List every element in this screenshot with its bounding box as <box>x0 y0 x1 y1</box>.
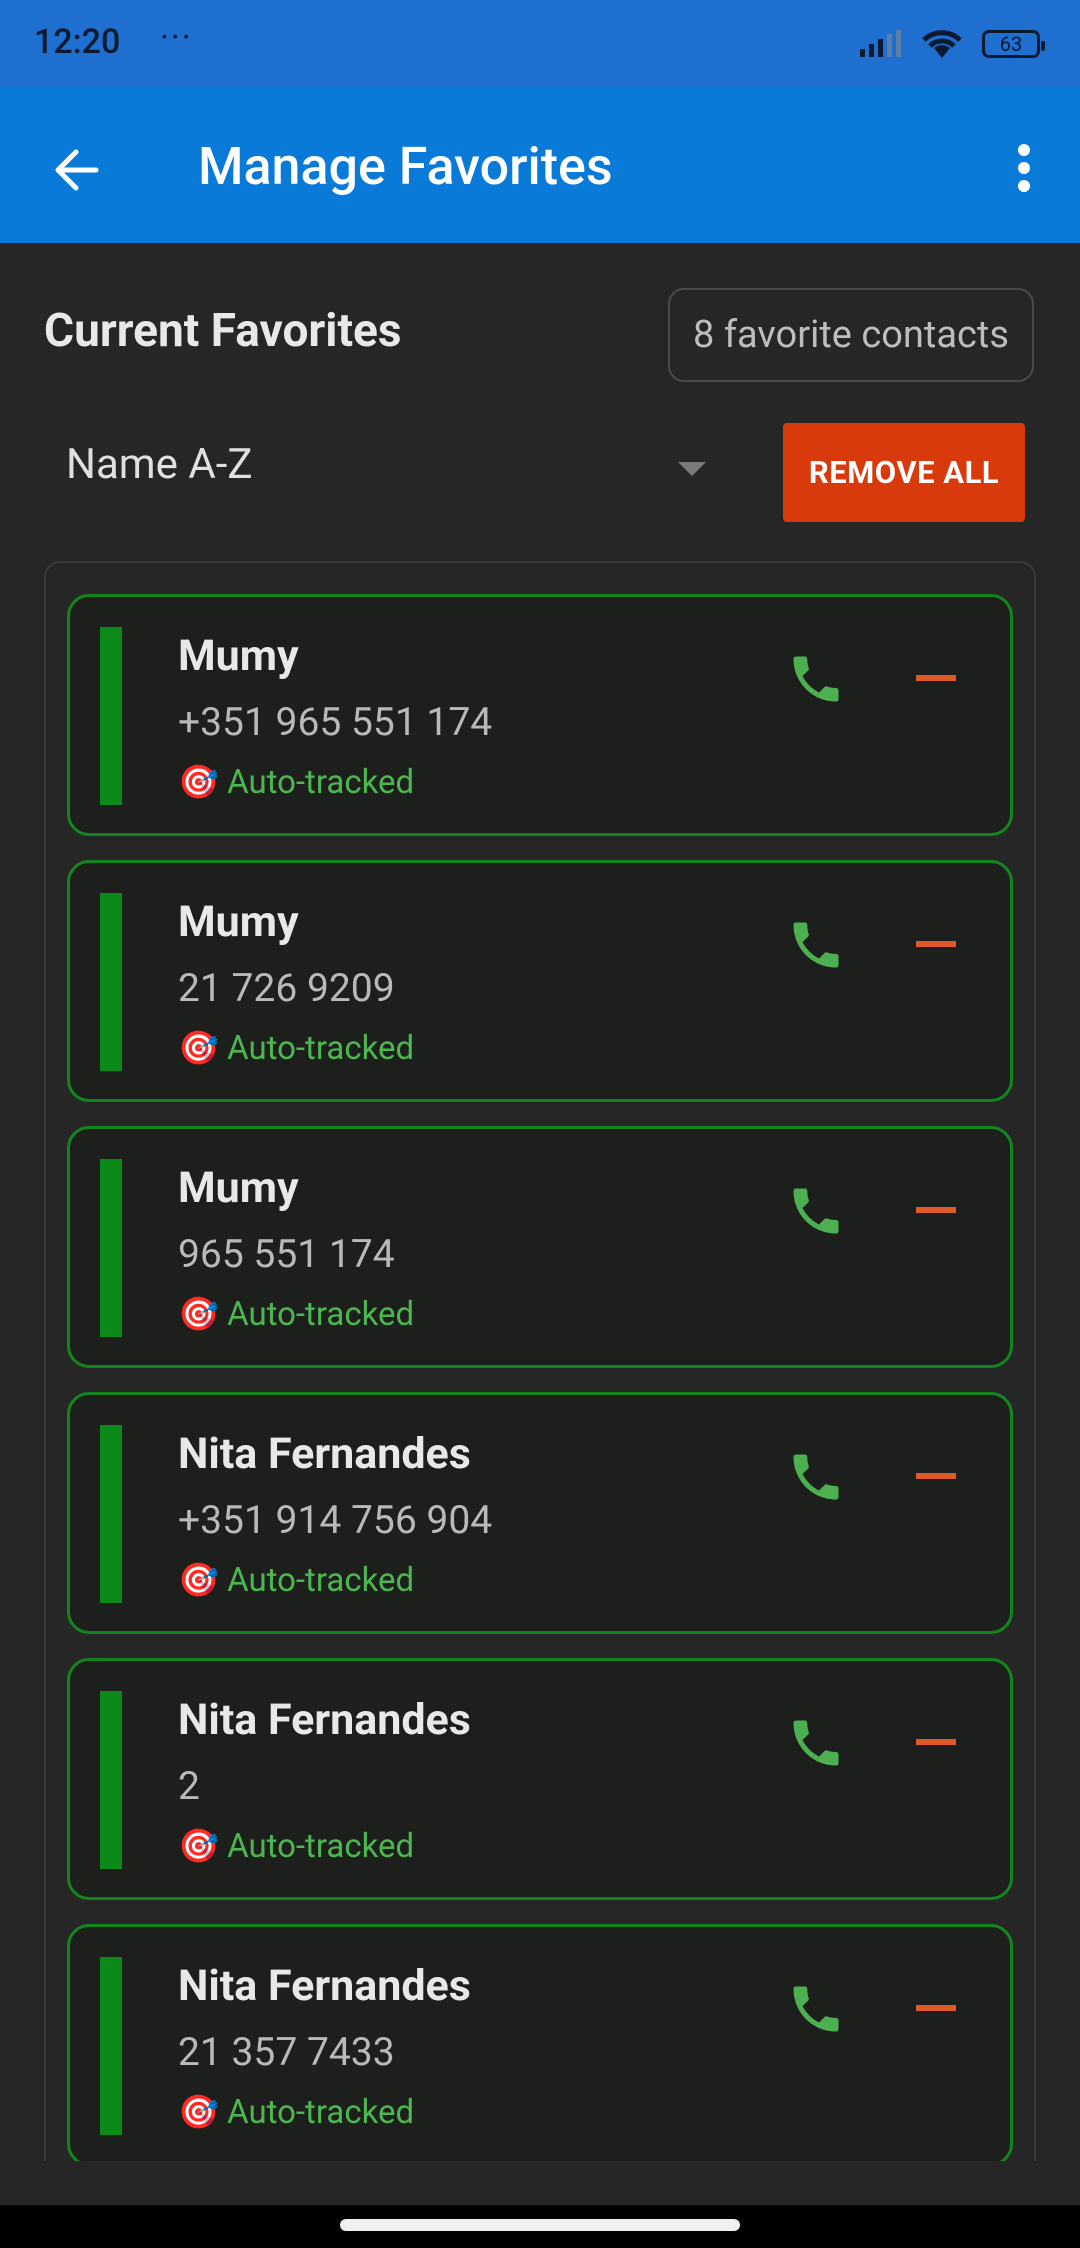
auto-tracked-tag: 🎯 Auto-tracked <box>178 1561 414 1600</box>
wifi-icon <box>922 30 962 58</box>
contact-phone: 2 <box>178 1763 200 1809</box>
phone-icon[interactable] <box>786 1979 846 2039</box>
section-title: Current Favorites <box>44 304 402 358</box>
contact-name: Nita Fernandes <box>178 1961 471 2011</box>
remove-favorite-minus-icon[interactable] <box>916 675 956 681</box>
more-vert-icon[interactable] <box>994 138 1054 198</box>
card-accent-bar <box>100 627 122 805</box>
phone-icon[interactable] <box>786 1713 846 1773</box>
navigation-bar <box>0 2205 1080 2248</box>
status-time: 12:20 <box>34 22 121 62</box>
target-icon: 🎯 <box>178 1561 220 1600</box>
auto-tracked-tag: 🎯 Auto-tracked <box>178 1827 414 1866</box>
contact-name: Mumy <box>178 1163 299 1213</box>
status-bar: 12:20 ··· 63 <box>0 0 1080 88</box>
sort-dropdown-value: Name A-Z <box>66 440 253 489</box>
contact-phone: +351 914 756 904 <box>178 1497 493 1543</box>
remove-favorite-minus-icon[interactable] <box>916 1739 956 1745</box>
target-icon: 🎯 <box>178 1295 220 1334</box>
phone-icon[interactable] <box>786 915 846 975</box>
dropdown-caret-icon <box>678 462 706 476</box>
signal-icon <box>860 30 901 57</box>
contact-phone: 21 726 9209 <box>178 965 395 1011</box>
phone-icon[interactable] <box>786 649 846 709</box>
app-bar: Manage Favorites <box>0 88 1080 243</box>
target-icon: 🎯 <box>178 1029 220 1068</box>
tag-label: Auto-tracked <box>227 763 415 802</box>
card-accent-bar <box>100 1425 122 1603</box>
phone-icon[interactable] <box>786 1447 846 1507</box>
favorite-card: Nita Fernandes +351 914 756 904 🎯 Auto-t… <box>67 1392 1013 1634</box>
status-icons: 63 <box>858 28 1045 60</box>
favorites-list[interactable]: Mumy +351 965 551 174 🎯 Auto-tracked Mum… <box>44 561 1036 2161</box>
phone-icon[interactable] <box>786 1181 846 1241</box>
card-accent-bar <box>100 1159 122 1337</box>
card-accent-bar <box>100 893 122 1071</box>
auto-tracked-tag: 🎯 Auto-tracked <box>178 1295 414 1334</box>
auto-tracked-tag: 🎯 Auto-tracked <box>178 763 414 802</box>
sort-dropdown[interactable]: Name A-Z <box>66 440 706 500</box>
battery-icon: 63 <box>982 30 1045 58</box>
remove-favorite-minus-icon[interactable] <box>916 2005 956 2011</box>
contact-name: Nita Fernandes <box>178 1695 471 1745</box>
tag-label: Auto-tracked <box>227 2093 415 2132</box>
remove-all-button[interactable]: REMOVE ALL <box>783 423 1025 522</box>
remove-favorite-minus-icon[interactable] <box>916 941 956 947</box>
favorite-card: Mumy 965 551 174 🎯 Auto-tracked <box>67 1126 1013 1368</box>
status-more-dots: ··· <box>160 18 193 58</box>
favorites-count-badge: 8 favorite contacts <box>668 288 1034 382</box>
home-gesture-handle[interactable] <box>340 2219 740 2231</box>
remove-favorite-minus-icon[interactable] <box>916 1207 956 1213</box>
favorite-card: Nita Fernandes 21 357 7433 🎯 Auto-tracke… <box>67 1924 1013 2161</box>
auto-tracked-tag: 🎯 Auto-tracked <box>178 2093 414 2132</box>
tag-label: Auto-tracked <box>227 1029 415 1068</box>
tag-label: Auto-tracked <box>227 1827 415 1866</box>
target-icon: 🎯 <box>178 2093 220 2132</box>
favorite-card: Mumy +351 965 551 174 🎯 Auto-tracked <box>67 594 1013 836</box>
contact-phone: 965 551 174 <box>178 1231 395 1277</box>
target-icon: 🎯 <box>178 763 220 802</box>
target-icon: 🎯 <box>178 1827 220 1866</box>
page-title: Manage Favorites <box>198 136 613 197</box>
tag-label: Auto-tracked <box>227 1295 415 1334</box>
back-arrow-icon[interactable] <box>48 140 108 200</box>
contact-name: Mumy <box>178 897 299 947</box>
remove-favorite-minus-icon[interactable] <box>916 1473 956 1479</box>
card-accent-bar <box>100 1691 122 1869</box>
contact-phone: 21 357 7433 <box>178 2029 395 2075</box>
favorite-card: Nita Fernandes 2 🎯 Auto-tracked <box>67 1658 1013 1900</box>
contact-phone: +351 965 551 174 <box>178 699 493 745</box>
contact-name: Mumy <box>178 631 299 681</box>
card-accent-bar <box>100 1957 122 2135</box>
contact-name: Nita Fernandes <box>178 1429 471 1479</box>
tag-label: Auto-tracked <box>227 1561 415 1600</box>
auto-tracked-tag: 🎯 Auto-tracked <box>178 1029 414 1068</box>
favorite-card: Mumy 21 726 9209 🎯 Auto-tracked <box>67 860 1013 1102</box>
